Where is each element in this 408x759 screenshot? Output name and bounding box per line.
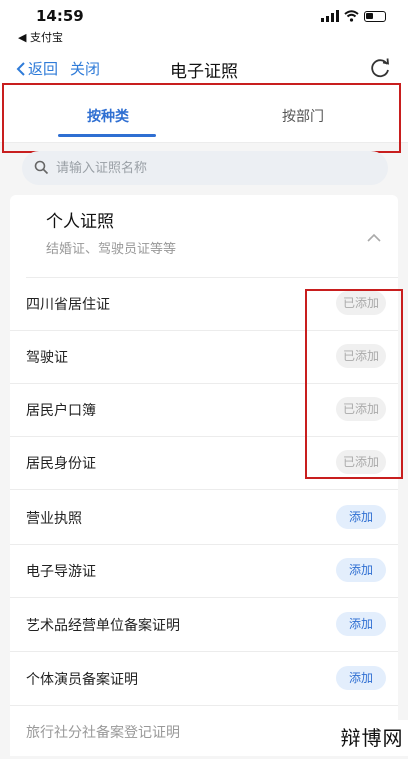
annotation-box-badges [305,289,403,479]
status-bar: 14:59 ◀ 支付宝 [0,0,408,50]
add-button[interactable]: 添加 [336,666,386,690]
list-item-label: 电子导游证 [26,564,96,580]
annotation-box-tabs [2,83,401,153]
add-button[interactable]: 添加 [336,505,386,529]
list-item-label: 个体演员备案证明 [26,672,138,688]
list-item-label: 驾驶证 [26,350,68,366]
search-bar[interactable] [22,151,388,185]
add-button[interactable]: 添加 [336,558,386,582]
search-input[interactable] [56,151,356,185]
nav-bar: 返回 关闭 电子证照 [0,50,408,86]
back-to-app-link[interactable]: ◀ 支付宝 [18,29,63,45]
battery-icon [364,10,386,22]
system-icons [321,10,386,22]
refresh-icon[interactable] [368,56,392,80]
add-button[interactable]: 添加 [336,612,386,636]
list-item-label: 营业执照 [26,511,82,527]
list-item[interactable]: 个体演员备案证明 添加 [10,653,398,706]
list-item-label: 艺术品经营单位备案证明 [26,618,180,634]
wifi-icon [344,10,359,22]
search-icon [34,160,49,175]
list-item[interactable]: 艺术品经营单位备案证明 添加 [10,599,398,652]
section-subtitle: 结婚证、驾驶员证等等 [46,242,177,257]
page-title: 电子证照 [170,62,238,82]
chevron-up-icon[interactable] [366,233,382,243]
list-item-label: 居民户口簿 [26,403,96,419]
signal-icon [321,10,339,22]
list-item-label: 四川省居住证 [26,297,110,313]
list-item-label: 旅行社分社备案登记证明 [26,725,180,741]
list-item[interactable]: 电子导游证 添加 [10,545,398,598]
status-time: 14:59 [36,7,84,25]
watermark: 辩博网 [336,720,408,756]
list-item[interactable]: 营业执照 添加 [10,492,398,545]
list-item-label: 居民身份证 [26,456,96,472]
section-title: 个人证照 [46,212,114,232]
